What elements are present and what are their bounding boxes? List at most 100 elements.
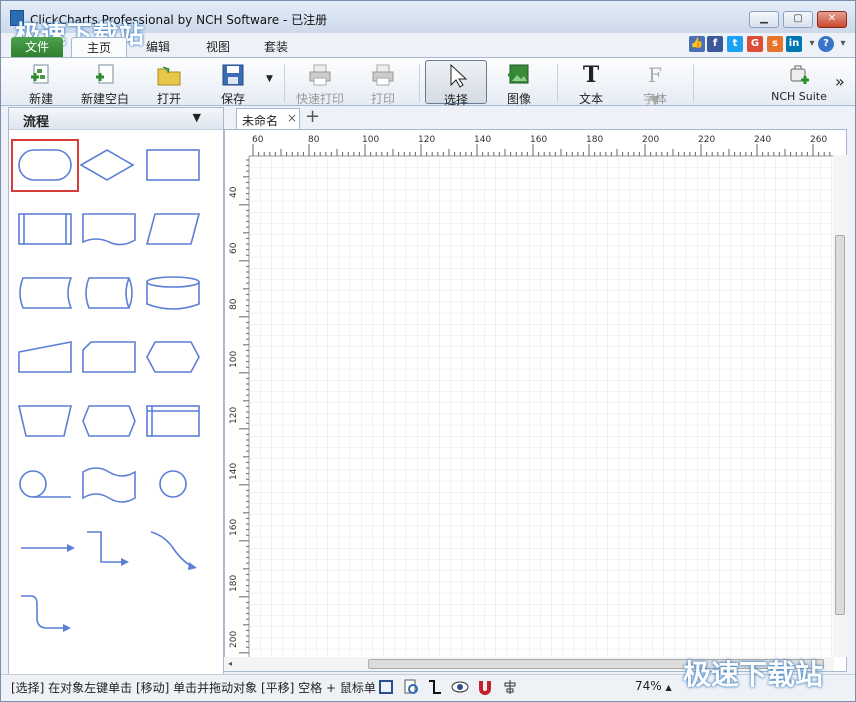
shapes-panel: 流程 ▼ <box>8 107 224 677</box>
save-button[interactable]: 保存 <box>213 60 253 106</box>
magnet-snap-icon[interactable] <box>476 678 494 696</box>
ruler-label: 200 <box>229 631 239 648</box>
manual-operation-shape[interactable] <box>17 405 73 437</box>
tab-edit[interactable]: 编辑 <box>133 37 183 57</box>
sequential-data-shape[interactable] <box>19 470 47 498</box>
tab-suite[interactable]: 套装 <box>251 37 301 57</box>
quick-print-icon <box>309 64 331 86</box>
connector-arrowheads <box>63 544 197 632</box>
ruler-label: 40 <box>229 186 239 198</box>
category-label: 流程 <box>23 115 50 130</box>
tab-untitled[interactable]: 未命名 × <box>236 108 300 129</box>
punched-tape-shape[interactable] <box>82 467 136 503</box>
toolbar-separator <box>419 64 420 102</box>
eye-icon[interactable] <box>451 678 469 696</box>
ruler-label: 100 <box>362 135 379 145</box>
app-window: ClickCharts Professional by NCH Software… <box>0 0 856 702</box>
zoom-level[interactable]: 74% ▲ <box>635 679 672 693</box>
process-shape[interactable] <box>146 149 200 181</box>
category-dropdown-icon[interactable]: ▼ <box>193 111 201 124</box>
zoom-page-icon[interactable] <box>402 678 420 696</box>
vertical-scrollbar[interactable] <box>833 155 847 657</box>
direct-access-storage-inner <box>125 277 130 309</box>
ruler-label: 180 <box>229 575 239 592</box>
save-dropdown-icon[interactable]: ▼ <box>266 74 273 84</box>
linkedin-icon[interactable]: in <box>786 36 802 52</box>
toolbar-separator <box>284 64 285 102</box>
more-icon[interactable]: » <box>835 72 845 91</box>
toolbar-separator <box>557 64 558 102</box>
open-folder-icon <box>157 66 181 86</box>
tab-file[interactable]: 文件 <box>11 37 63 57</box>
grid <box>249 156 833 658</box>
new-blank-icon <box>96 64 114 84</box>
quick-print-button[interactable]: 快速打印 <box>293 60 347 106</box>
ruler-label: 80 <box>229 298 239 310</box>
new-blank-button[interactable]: 新建空白 <box>77 60 133 106</box>
curved-connector-shape[interactable] <box>150 531 192 567</box>
document-shape[interactable] <box>82 213 136 246</box>
select-button[interactable]: 选择 <box>425 60 487 107</box>
ruler-label: 160 <box>229 519 239 536</box>
text-button[interactable]: T 文本 <box>571 60 611 106</box>
facebook-icon[interactable]: f <box>707 36 723 52</box>
help-dropdown-icon[interactable]: ▾ <box>835 36 851 52</box>
data-shape[interactable] <box>145 213 201 245</box>
manual-input-shape[interactable] <box>18 341 72 373</box>
twitter-icon[interactable]: t <box>727 36 743 52</box>
connector-tool-icon[interactable] <box>426 678 444 696</box>
ruler-label: 60 <box>229 242 239 254</box>
open-button[interactable]: 打开 <box>149 60 189 106</box>
decision-shape[interactable] <box>79 149 135 181</box>
connector-shape[interactable] <box>159 470 187 498</box>
vertical-scroll-thumb[interactable] <box>835 235 845 615</box>
print-button[interactable]: 打印 <box>363 60 403 106</box>
toolbar: 新建 新建空白 打开 保存 ▼ 快速打印 打印 选择 图像 T 文本 F ▾ 字… <box>1 57 855 111</box>
display-shape[interactable] <box>82 341 136 373</box>
align-icon[interactable] <box>501 678 519 696</box>
preparation-shape[interactable] <box>146 341 200 373</box>
elbow-connector-shape[interactable] <box>87 531 121 563</box>
text-icon: T <box>582 62 600 88</box>
font-button[interactable]: F ▾ 字体 <box>633 60 677 111</box>
googleplus-icon[interactable]: G <box>747 36 763 52</box>
print-icon <box>372 64 394 86</box>
tab-untitled-label: 未命名 <box>242 114 279 128</box>
maximize-button[interactable]: ▢ <box>783 11 813 28</box>
close-button[interactable]: ✕ <box>817 11 847 28</box>
image-button[interactable]: 图像 <box>499 60 539 106</box>
ruler-label: 260 <box>810 135 827 145</box>
ruler-label: 120 <box>418 135 435 145</box>
shape-library <box>11 139 201 632</box>
ruler-label: 120 <box>229 407 239 424</box>
database-shape[interactable] <box>146 276 200 288</box>
nch-suite-button[interactable]: NCH Suite <box>769 60 829 104</box>
direct-access-storage-shape[interactable] <box>85 277 133 309</box>
shapes-category-header[interactable]: 流程 ▼ <box>9 108 223 130</box>
rounded-elbow-connector-shape[interactable] <box>21 595 63 629</box>
internal-storage-inner <box>147 406 199 436</box>
loop-limit-shape[interactable] <box>82 405 136 437</box>
add-tab-icon[interactable]: + <box>305 106 320 127</box>
help-icon[interactable]: ? <box>818 36 834 52</box>
new-button[interactable]: 新建 <box>21 60 61 106</box>
minimize-button[interactable]: ▁ <box>749 11 779 28</box>
ruler-label: 60 <box>252 135 264 145</box>
stored-data-shape[interactable] <box>19 277 73 309</box>
stumbleupon-icon[interactable]: s <box>767 36 783 52</box>
watermark-bottom: 极速下载站 <box>683 658 824 691</box>
predefined-process-shape[interactable] <box>18 213 72 245</box>
like-icon[interactable]: 👍 <box>689 36 705 52</box>
ruler-label: 180 <box>586 135 603 145</box>
terminator-shape[interactable] <box>18 149 72 181</box>
tab-view[interactable]: 视图 <box>193 37 243 57</box>
save-disk-icon <box>222 64 244 86</box>
tab-home[interactable]: 主页 <box>71 37 127 57</box>
drawing-canvas[interactable]: 60 80 100 120 140 160 180 200 220 240 26… <box>225 130 846 671</box>
font-icon: F ▾ <box>648 63 662 111</box>
image-icon <box>508 64 529 84</box>
suite-icon <box>790 65 809 84</box>
close-tab-icon[interactable]: × <box>287 111 297 125</box>
scroll-left-icon[interactable]: ◂ <box>228 659 232 668</box>
fit-page-icon[interactable] <box>377 678 395 696</box>
